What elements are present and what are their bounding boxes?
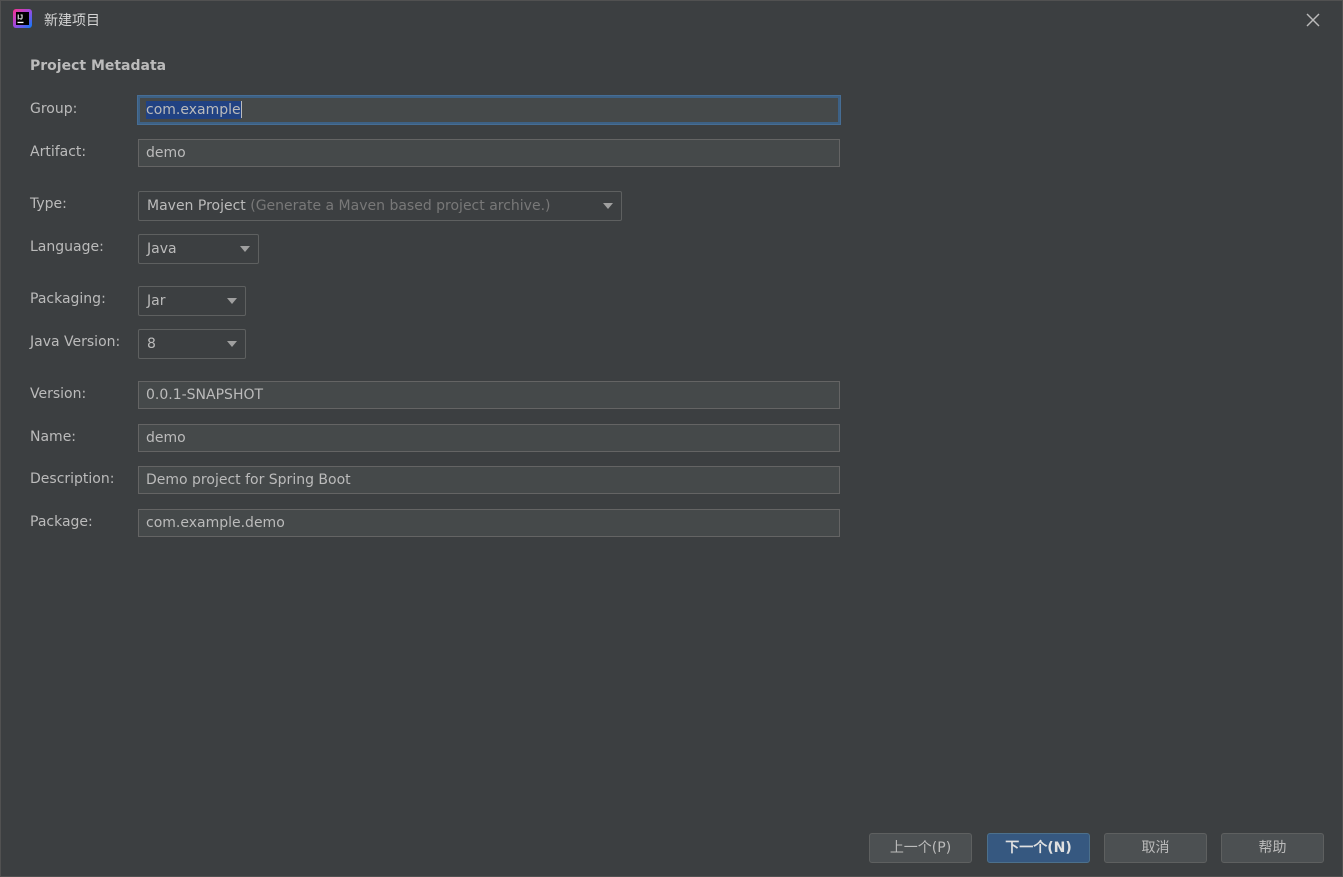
type-label: Type: [30,196,67,212]
java-version-label: Java Version: [30,334,121,350]
packaging-value: Jar [147,293,166,309]
packaging-select[interactable]: Jar [138,286,246,316]
description-label: Description: [30,471,115,487]
artifact-value: demo [146,145,186,161]
packaging-label: Packaging: [30,291,106,307]
name-value: demo [146,430,186,446]
name-label: Name: [30,429,77,445]
description-input[interactable]: Demo project for Spring Boot [138,466,840,494]
package-value: com.example.demo [146,515,285,531]
description-value: Demo project for Spring Boot [146,472,351,488]
title-bar: IJ 新建项目 [1,1,1342,37]
intellij-idea-icon: IJ [12,8,33,29]
svg-text:IJ: IJ [17,15,23,22]
window-title: 新建项目 [44,13,100,29]
group-input[interactable]: com.example [138,96,840,124]
close-icon[interactable] [1300,7,1326,33]
language-label: Language: [30,239,104,255]
chevron-down-icon [227,298,237,304]
next-button[interactable]: 下一个(N) [987,833,1090,863]
package-label: Package: [30,514,93,530]
type-hint: (Generate a Maven based project archive.… [250,198,551,214]
cancel-button[interactable]: 取消 [1104,833,1207,863]
version-input[interactable]: 0.0.1-SNAPSHOT [138,381,840,409]
type-value: Maven Project [147,198,246,214]
language-select[interactable]: Java [138,234,259,264]
group-label: Group: [30,101,78,117]
previous-button[interactable]: 上一个(P) [869,833,972,863]
package-input[interactable]: com.example.demo [138,509,840,537]
java-version-value: 8 [147,336,156,352]
version-label: Version: [30,386,87,402]
language-value: Java [147,241,177,257]
new-project-dialog: IJ 新建项目 Project Metadata Group: com.exam… [0,0,1343,877]
text-caret [240,100,242,118]
group-value: com.example [146,101,241,119]
chevron-down-icon [227,341,237,347]
section-title: Project Metadata [30,58,167,74]
chevron-down-icon [240,246,250,252]
version-value: 0.0.1-SNAPSHOT [146,387,264,403]
help-button[interactable]: 帮助 [1221,833,1324,863]
type-select[interactable]: Maven Project (Generate a Maven based pr… [138,191,622,221]
java-version-select[interactable]: 8 [138,329,246,359]
chevron-down-icon [603,203,613,209]
name-input[interactable]: demo [138,424,840,452]
artifact-label: Artifact: [30,144,87,160]
artifact-input[interactable]: demo [138,139,840,167]
